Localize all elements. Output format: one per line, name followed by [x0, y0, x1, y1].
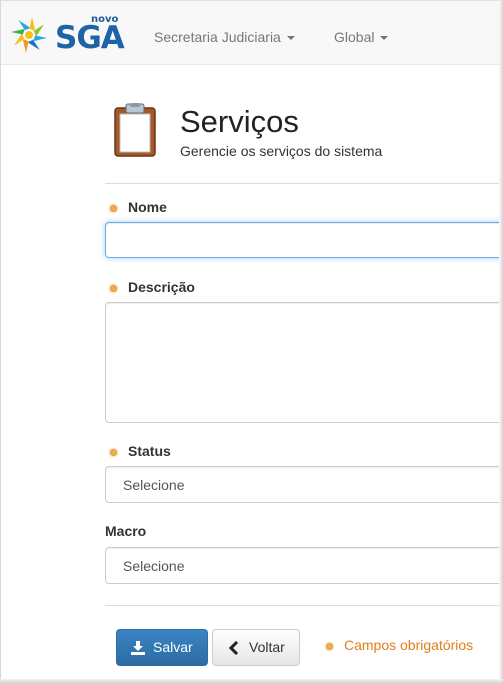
required-dot-icon	[110, 448, 117, 456]
clipboard-icon	[114, 103, 156, 157]
nome-label-text: Nome	[128, 199, 167, 215]
required-note-text: Campos obrigatórios	[344, 637, 474, 653]
required-dot-icon	[326, 642, 333, 650]
required-fields-note: Campos obrigatórios	[326, 636, 473, 654]
window-shadow	[0, 679, 503, 684]
brand-logo[interactable]: novo SGA	[9, 13, 125, 57]
save-button[interactable]: Salvar	[116, 629, 208, 666]
back-button[interactable]: Voltar	[212, 629, 300, 666]
window-shadow	[499, 0, 503, 684]
divider	[105, 605, 503, 606]
sunflower-logo-icon	[11, 17, 47, 53]
nav-item-label: Secretaria Judiciaria	[154, 29, 281, 45]
brand-name: SGA	[55, 20, 125, 56]
descricao-textarea[interactable]	[105, 302, 503, 423]
back-button-label: Voltar	[249, 639, 285, 655]
caret-down-icon	[380, 36, 389, 41]
nav-item-label: Global	[334, 29, 375, 45]
navbar: novo SGA Secretaria Judiciaria Global	[1, 1, 499, 65]
status-select[interactable]: Selecione	[105, 466, 503, 503]
download-icon	[131, 641, 145, 655]
descricao-label-text: Descrição	[128, 279, 195, 295]
divider	[105, 183, 503, 184]
macro-selected-value: Selecione	[123, 558, 185, 574]
nome-input[interactable]	[105, 222, 503, 258]
required-dot-icon	[110, 284, 117, 292]
nav-dropdown-unidade[interactable]: Secretaria Judiciaria	[154, 27, 295, 47]
status-label: Status	[110, 442, 171, 460]
nome-label: Nome	[110, 198, 167, 216]
chevron-left-icon	[229, 641, 239, 655]
caret-down-icon	[286, 36, 295, 41]
nav-dropdown-global[interactable]: Global	[334, 27, 389, 47]
status-selected-value: Selecione	[123, 477, 185, 493]
page-subtitle: Gerencie os serviços do sistema	[180, 143, 383, 159]
status-label-text: Status	[128, 443, 171, 459]
page-title: Serviços	[180, 104, 299, 139]
macro-select[interactable]: Selecione	[105, 547, 503, 584]
descricao-label: Descrição	[110, 278, 195, 296]
save-button-label: Salvar	[153, 639, 193, 655]
macro-label: Macro	[105, 523, 147, 539]
required-dot-icon	[110, 204, 117, 212]
